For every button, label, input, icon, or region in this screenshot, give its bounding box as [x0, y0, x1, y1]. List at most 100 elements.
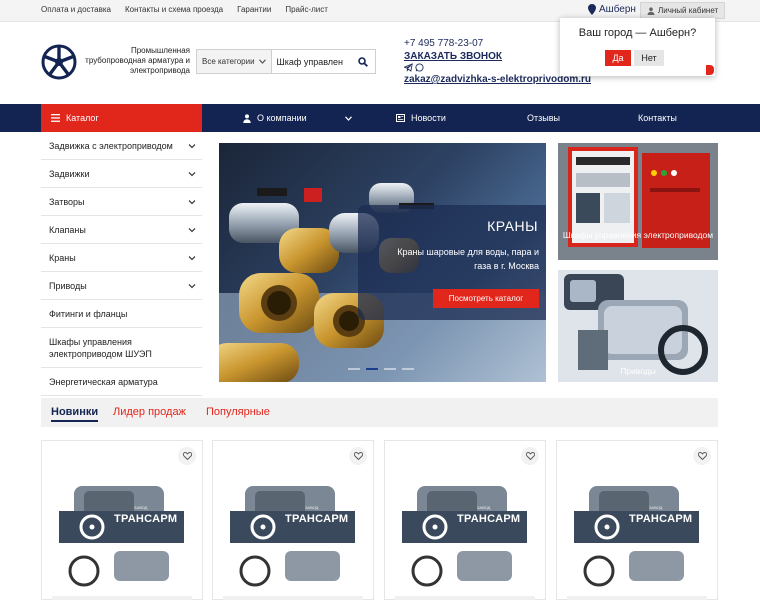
heart-icon [525, 452, 535, 460]
catalog-label: Каталог [66, 113, 99, 123]
favorite-button[interactable] [349, 447, 367, 465]
search-button[interactable] [352, 50, 375, 73]
phone-number[interactable]: +7 495 778-23-07 [404, 38, 483, 49]
catalog-button[interactable]: Каталог [41, 104, 202, 132]
view-catalog-button[interactable]: Посмотреть каталог [433, 289, 539, 308]
cabinet-label: Личный кабинет [658, 6, 719, 15]
sidebar-item-butterfly-valves[interactable]: Затворы [41, 188, 202, 216]
brand-name: ТРАНСАРМ [457, 513, 521, 525]
chevron-down-icon [188, 227, 196, 232]
sidebar-item-label: Энергетическая арматура [49, 376, 158, 387]
nav-item-reviews[interactable]: Отзывы [527, 104, 560, 132]
top-link-delivery[interactable]: Оплата и доставка [41, 5, 111, 14]
brand-name: ТРАНСАРМ [114, 513, 178, 525]
product-info-placeholder [567, 596, 707, 600]
nav-contacts-label: Контакты [638, 113, 677, 123]
city-yes-button[interactable]: Да [605, 50, 631, 66]
logo-icon[interactable] [41, 44, 77, 80]
heart-icon [697, 452, 707, 460]
sidebar-item-fittings[interactable]: Фитинги и фланцы [41, 300, 202, 328]
tab-new[interactable]: Новинки [51, 406, 99, 422]
sidebar-item-label: Шкафы управления электроприводом ШУЭП [49, 336, 152, 359]
sidebar-item-label: Приводы [49, 280, 87, 291]
city-name: Ашберн [599, 4, 636, 15]
sidebar-item-label: Затворы [49, 196, 85, 207]
sidebar-item-cranes[interactable]: Краны [41, 244, 202, 272]
search-category-select[interactable]: Все категории [197, 50, 272, 73]
chevron-down-icon[interactable] [345, 116, 352, 121]
whatsapp-icon[interactable] [415, 63, 424, 72]
slider-dots [348, 368, 414, 370]
product-card[interactable]: ЗАВОД ТРАНСАРМ [556, 440, 718, 600]
heart-icon [182, 452, 192, 460]
slider-dot-active[interactable] [366, 368, 378, 370]
sidebar-item-energy-valves[interactable]: Энергетическая арматура [41, 368, 202, 396]
sidebar-item-label: Клапаны [49, 224, 86, 235]
product-image [397, 471, 532, 591]
sidebar-item-label: Задвижки [49, 168, 90, 179]
chevron-down-icon [258, 59, 266, 64]
product-info-placeholder [223, 596, 363, 600]
logo-text: Промышленная трубопроводная арматура и э… [85, 46, 190, 75]
product-card[interactable]: ЗАВОД ТРАНСАРМ [41, 440, 203, 600]
product-info-placeholder [395, 596, 535, 600]
brand-sub: ЗАВОД [134, 505, 148, 510]
chevron-down-icon [188, 143, 196, 148]
callback-link[interactable]: ЗАКАЗАТЬ ЗВОНОК [404, 51, 502, 62]
heart-icon [353, 452, 363, 460]
user-icon [243, 113, 251, 123]
city-selector[interactable]: Ашберн [588, 4, 636, 15]
brand-name: ТРАНСАРМ [285, 513, 349, 525]
menu-icon [51, 114, 60, 122]
product-image [569, 471, 704, 591]
top-link-contacts[interactable]: Контакты и схема проезда [125, 5, 223, 14]
chevron-down-icon [188, 255, 196, 260]
main-nav: Каталог О компании Новости Отзывы Контак… [0, 104, 760, 132]
tab-popular[interactable]: Популярные [206, 406, 270, 418]
brand-sub: ЗАВОД [305, 505, 319, 510]
brand-sub: ЗАВОД [649, 505, 663, 510]
product-card[interactable]: ЗАВОД ТРАНСАРМ [212, 440, 374, 600]
slider-dot[interactable] [348, 368, 360, 370]
banner-cabinets-caption: Шкафы управления электроприводом [562, 230, 714, 240]
favorite-button[interactable] [178, 447, 196, 465]
nav-news-label: Новости [411, 113, 446, 123]
nav-item-about[interactable]: О компании [243, 104, 307, 132]
favorite-button[interactable] [693, 447, 711, 465]
cart-badge[interactable] [706, 65, 714, 75]
messengers [404, 63, 424, 72]
city-confirm-popup: Ваш город — Ашберн? Да Нет [560, 18, 715, 76]
top-link-pricelist[interactable]: Прайс-лист [285, 5, 328, 14]
tab-bestsellers[interactable]: Лидер продаж [113, 406, 186, 418]
brand-name: ТРАНСАРМ [629, 513, 693, 525]
product-card[interactable]: ЗАВОД ТРАНСАРМ [384, 440, 546, 600]
favorite-button[interactable] [521, 447, 539, 465]
sidebar-item-valves[interactable]: Клапаны [41, 216, 202, 244]
sidebar-item-control-cabinets[interactable]: Шкафы управления электроприводом ШУЭП [41, 328, 202, 368]
nav-about-label: О компании [257, 113, 307, 123]
banner-control-cabinets[interactable]: Шкафы управления электроприводом [558, 143, 718, 260]
newspaper-icon [396, 114, 405, 122]
search-icon [358, 56, 369, 67]
chevron-down-icon [188, 199, 196, 204]
chevron-down-icon [188, 171, 196, 176]
search-category-label: Все категории [202, 57, 255, 66]
city-no-button[interactable]: Нет [634, 50, 664, 66]
top-link-guarantees[interactable]: Гарантии [237, 5, 271, 14]
search-input[interactable] [271, 56, 352, 67]
slider-dot[interactable] [402, 368, 414, 370]
top-links: Оплата и доставка Контакты и схема проез… [41, 5, 328, 14]
nav-item-news[interactable]: Новости [396, 104, 446, 132]
banner-drives[interactable]: Приводы [558, 270, 718, 382]
sidebar-item-label: Задвижка с электроприводом [49, 140, 173, 151]
nav-item-contacts[interactable]: Контакты [638, 104, 677, 132]
telegram-icon[interactable] [404, 63, 413, 72]
sidebar-item-gate-valves[interactable]: Задвижки [41, 160, 202, 188]
slider-dot[interactable] [384, 368, 396, 370]
sidebar-item-label: Фитинги и фланцы [49, 308, 128, 319]
product-tabs: Новинки Лидер продаж Популярные [41, 398, 718, 427]
sidebar-item-gate-valve-electric[interactable]: Задвижка с электроприводом [41, 132, 202, 160]
product-image [225, 471, 360, 591]
sidebar-item-drives[interactable]: Приводы [41, 272, 202, 300]
personal-cabinet-button[interactable]: Личный кабинет [640, 2, 726, 19]
